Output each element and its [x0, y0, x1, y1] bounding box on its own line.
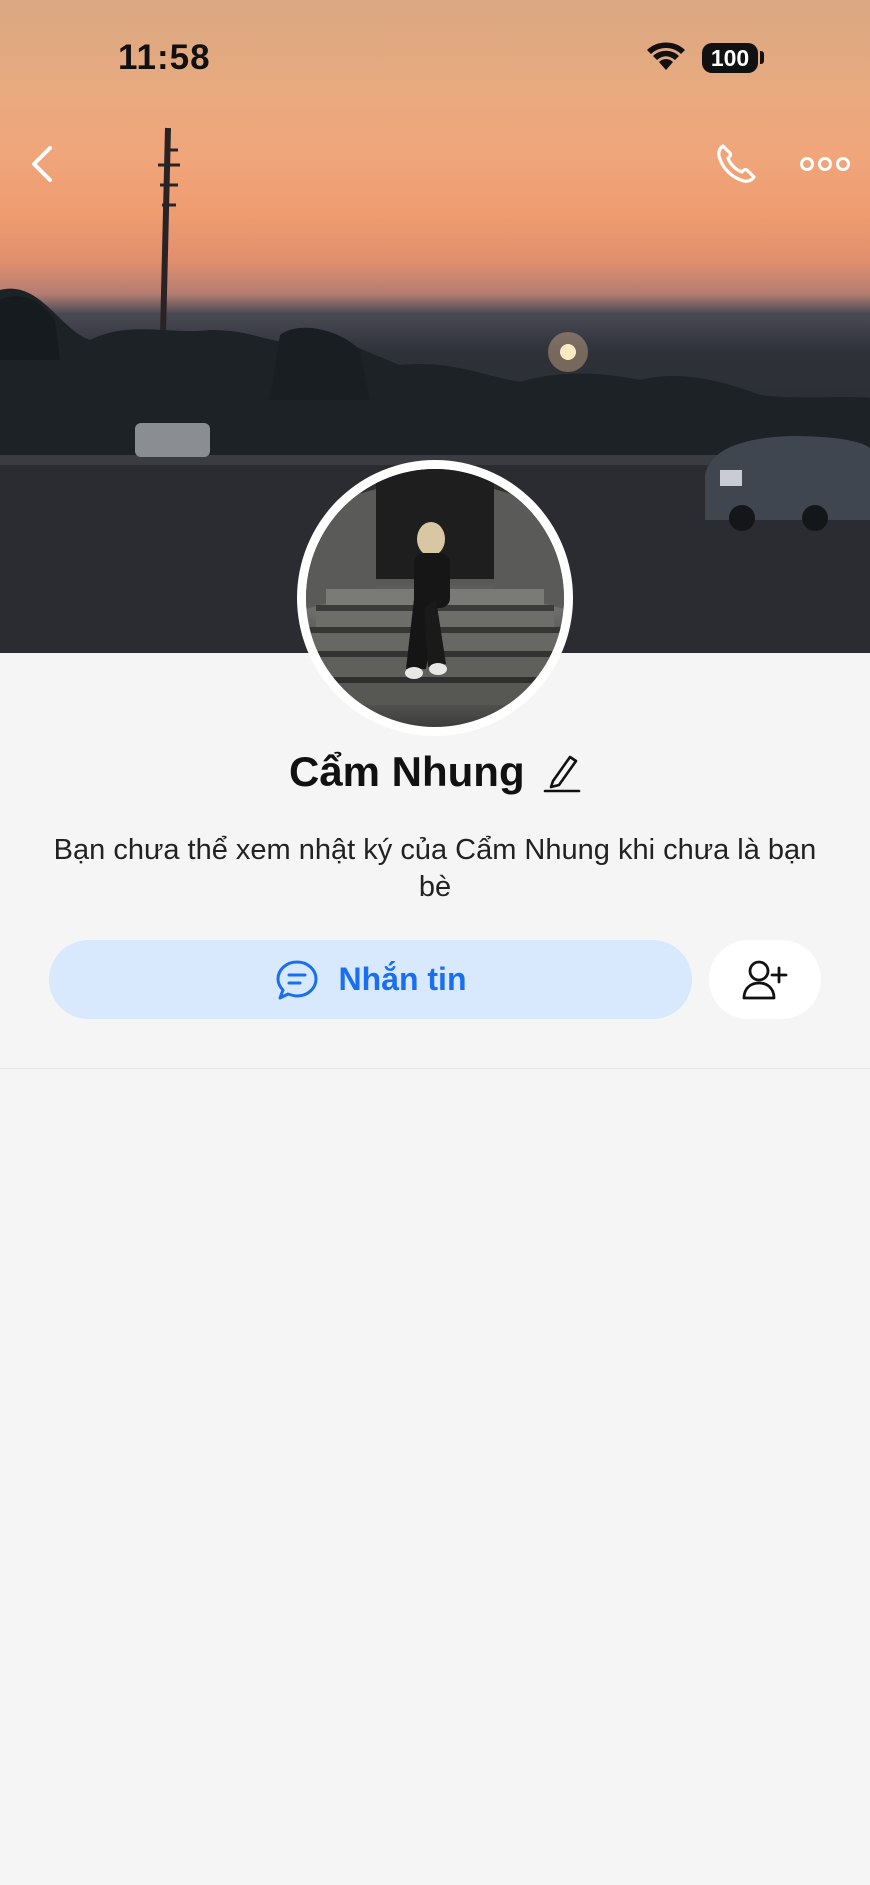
phone-icon[interactable] [712, 140, 760, 188]
status-time: 11:58 [118, 38, 211, 77]
battery-indicator: 100 [702, 43, 758, 73]
chat-bubble-icon [276, 960, 317, 999]
message-button-label: Nhắn tin [338, 961, 467, 997]
diary-privacy-notice: Bạn chưa thể xem nhật ký của Cẩm Nhung k… [53, 834, 817, 903]
profile-name-row: Cẩm Nhung [0, 748, 870, 796]
add-friend-button[interactable] [709, 940, 821, 1019]
wifi-icon [647, 42, 685, 70]
status-bar: 11:58 100 [0, 0, 870, 110]
section-divider [0, 1068, 870, 1069]
avatar-image [306, 469, 564, 705]
message-button[interactable]: Nhắn tin [49, 940, 692, 1019]
chevron-left-icon[interactable] [26, 140, 60, 188]
pencil-icon[interactable] [543, 751, 581, 793]
avatar-photo [306, 469, 564, 727]
profile-name: Cẩm Nhung [288, 748, 525, 795]
avatar[interactable] [297, 460, 573, 736]
battery-tip [760, 51, 764, 64]
more-horizontal-icon[interactable] [800, 150, 850, 178]
add-user-icon [742, 960, 788, 999]
